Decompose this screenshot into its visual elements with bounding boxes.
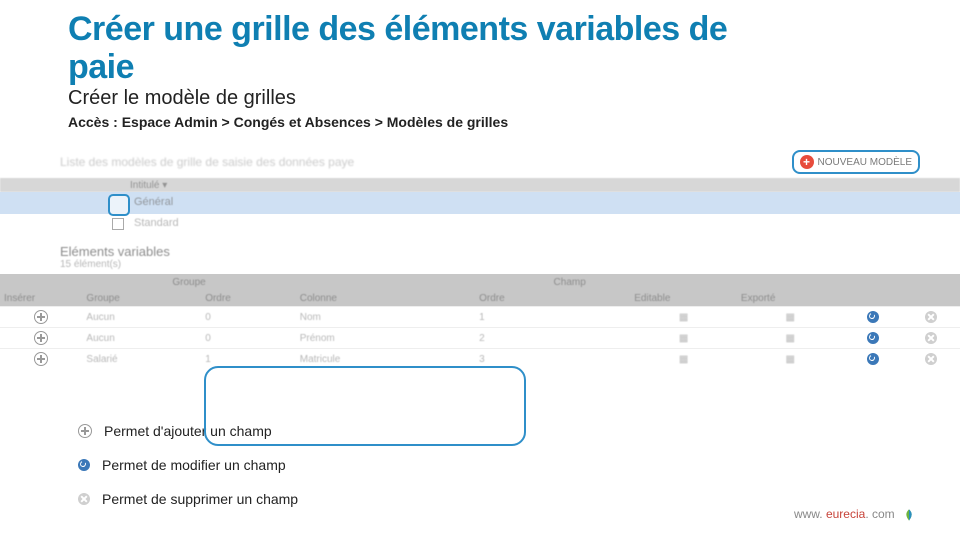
elements-table: Groupe Champ Insérer Groupe Ordre Colonn… bbox=[0, 274, 960, 369]
list-row-selected[interactable]: Général bbox=[0, 192, 960, 214]
slide-title-line2: paie bbox=[68, 50, 960, 86]
slide-title-line1: Créer une grille des éléments variables … bbox=[68, 12, 960, 48]
legend-delete: Permet de supprimer un champ bbox=[102, 491, 298, 507]
checkbox-icon bbox=[112, 218, 124, 230]
access-path: Accès : Espace Admin > Congés et Absence… bbox=[68, 114, 960, 130]
app-screenshot: Liste des modèles de grille de saisie de… bbox=[0, 144, 960, 369]
highlight-annotation bbox=[204, 366, 526, 446]
list-row-label: Général bbox=[134, 196, 173, 208]
th-field: Champ bbox=[296, 274, 844, 290]
delete-row-icon[interactable] bbox=[925, 311, 937, 323]
slide-subtitle: Créer le modèle de grilles bbox=[68, 87, 960, 110]
add-row-icon[interactable] bbox=[34, 310, 48, 324]
delete-row-icon[interactable] bbox=[925, 353, 937, 365]
edit-row-icon[interactable] bbox=[867, 332, 879, 344]
add-icon bbox=[78, 424, 92, 438]
add-row-icon[interactable] bbox=[34, 331, 48, 345]
checkbox-icon bbox=[108, 194, 130, 216]
list-title: Liste des modèles de grille de saisie de… bbox=[60, 155, 354, 169]
new-model-label: NOUVEAU MODÈLE bbox=[818, 157, 912, 168]
edit-icon bbox=[78, 459, 90, 471]
delete-row-icon[interactable] bbox=[925, 332, 937, 344]
th-group: Groupe bbox=[82, 274, 295, 290]
section-count: 15 élément(s) bbox=[60, 259, 960, 270]
footer-url: www. eurecia. com bbox=[794, 507, 916, 522]
legend-edit: Permet de modifier un champ bbox=[102, 457, 286, 473]
plus-icon: + bbox=[800, 155, 814, 169]
delete-icon bbox=[78, 493, 90, 505]
list-row[interactable]: Standard bbox=[0, 214, 960, 234]
section-title: Eléments variables bbox=[60, 244, 960, 259]
leaf-icon bbox=[902, 508, 916, 522]
add-row-icon[interactable] bbox=[34, 352, 48, 366]
table-row: Aucun 0 Prénom 2 ▦ ▦ bbox=[0, 328, 960, 349]
edit-row-icon[interactable] bbox=[867, 353, 879, 365]
table-row: Aucun 0 Nom 1 ▦ ▦ bbox=[0, 307, 960, 328]
edit-row-icon[interactable] bbox=[867, 311, 879, 323]
new-model-button[interactable]: + NOUVEAU MODÈLE bbox=[792, 150, 920, 174]
list-row-label: Standard bbox=[134, 217, 179, 229]
list-column-header: Intitulé ▾ bbox=[0, 178, 960, 192]
